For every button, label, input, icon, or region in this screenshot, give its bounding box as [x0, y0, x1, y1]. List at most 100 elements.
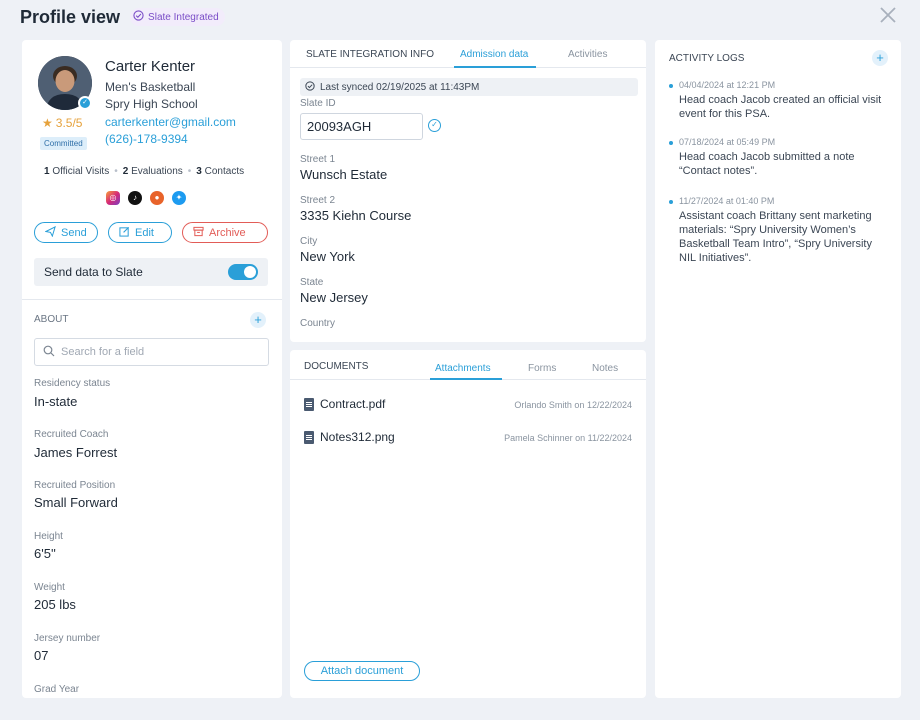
slate-id-label: Slate ID — [300, 98, 336, 109]
field-label: City — [300, 236, 318, 247]
sync-check-icon — [305, 80, 315, 94]
verified-icon: ✓ — [78, 96, 92, 110]
rating-value: 3.5/5 — [55, 116, 83, 130]
search-icon — [43, 345, 55, 360]
tiktok-icon[interactable]: ♪ — [128, 191, 142, 205]
profile-panel: ✓ Carter Kenter Men's Basketball Spry Hi… — [22, 40, 282, 698]
tab-admission-data[interactable]: Admission data — [460, 49, 528, 60]
slate-info-heading: SLATE INTEGRATION INFO — [306, 49, 434, 60]
activity-logs-heading: ACTIVITY LOGS — [669, 53, 745, 64]
field-label: Recruited Coach — [34, 429, 109, 440]
log-timestamp: 07/18/2024 at 05:49 PM — [669, 137, 887, 147]
slate-id-input[interactable] — [300, 113, 423, 140]
social-links: ◎ ♪ ● ✦ — [106, 191, 186, 205]
active-tab-indicator — [430, 378, 502, 380]
send-button[interactable]: Send — [34, 222, 98, 243]
activity-log-item: 04/04/2024 at 12:21 PM Head coach Jacob … — [669, 80, 887, 121]
activity-log-item: 07/18/2024 at 05:49 PM Head coach Jacob … — [669, 137, 887, 178]
slate-integrated-badge: Slate Integrated — [130, 8, 225, 26]
document-name: Notes312.png — [320, 430, 395, 444]
file-icon — [304, 430, 314, 444]
field-label: Weight — [34, 582, 65, 593]
file-icon — [304, 397, 314, 411]
field-value: 205 lbs — [34, 597, 76, 612]
field-value: In-state — [34, 394, 78, 409]
about-heading: ABOUT — [34, 314, 69, 325]
log-timestamp: 11/27/2024 at 01:40 PM — [669, 196, 887, 206]
activity-logs-panel: ACTIVITY LOGS + 04/04/2024 at 12:21 PM H… — [655, 40, 901, 698]
archive-label: Archive — [209, 226, 246, 239]
tab-attachments[interactable]: Attachments — [435, 363, 491, 374]
field-value: New York — [300, 249, 355, 264]
profile-actions: Send Edit Archive — [34, 222, 268, 243]
documents-panel: DOCUMENTS Attachments Forms Notes Contra… — [290, 350, 646, 698]
field-value: 6'5'' — [34, 546, 56, 561]
twitter-icon[interactable]: ✦ — [172, 191, 186, 205]
slate-info-panel: SLATE INTEGRATION INFO Admission data Ac… — [290, 40, 646, 342]
page-title: Profile view — [20, 6, 121, 27]
reddit-icon[interactable]: ● — [150, 191, 164, 205]
log-text: Head coach Jacob created an official vis… — [679, 94, 882, 120]
profile-school: Spry High School — [105, 97, 198, 111]
add-field-button[interactable]: + — [250, 312, 266, 328]
attach-document-button[interactable]: Attach document — [304, 661, 420, 681]
field-label: Jersey number — [34, 633, 101, 644]
active-tab-indicator — [454, 66, 536, 68]
profile-stats: 1 Official Visits • 2 Evaluations • 3 Co… — [44, 166, 244, 177]
tab-forms[interactable]: Forms — [528, 363, 556, 374]
stat-official-visits[interactable]: 1 Official Visits — [44, 166, 109, 177]
profile-name: Carter Kenter — [105, 58, 196, 75]
edit-icon — [119, 226, 130, 240]
stat-separator: • — [114, 166, 118, 177]
profile-modal: Profile view Slate Integrated ✓ Carter K… — [0, 0, 920, 720]
add-activity-button[interactable]: + — [872, 50, 888, 66]
status-badge: Committed — [40, 137, 87, 150]
field-label: Recruited Position — [34, 480, 116, 491]
log-text: Head coach Jacob submitted a note “Conta… — [679, 151, 855, 177]
profile-email-link[interactable]: carterkenter@gmail.com — [105, 115, 236, 129]
tab-activities[interactable]: Activities — [568, 49, 607, 60]
field-search — [34, 338, 269, 366]
send-to-slate-row: Send data to Slate — [34, 258, 268, 286]
send-to-slate-toggle[interactable] — [228, 264, 258, 280]
star-icon: ★ — [42, 116, 53, 130]
search-input[interactable] — [61, 346, 251, 358]
log-timestamp: 04/04/2024 at 12:21 PM — [669, 80, 887, 90]
document-row[interactable]: Notes312.png — [304, 430, 395, 444]
field-label: Street 1 — [300, 154, 336, 165]
archive-icon — [193, 226, 204, 240]
field-label: State — [300, 277, 324, 288]
edit-label: Edit — [135, 226, 154, 239]
close-icon[interactable] — [878, 6, 898, 26]
document-row[interactable]: Contract.pdf — [304, 397, 385, 411]
edit-button[interactable]: Edit — [108, 222, 172, 243]
stat-separator: • — [187, 166, 192, 177]
instagram-icon[interactable]: ◎ — [106, 191, 120, 205]
field-value: Small Forward — [34, 495, 118, 510]
field-label: Grad Year — [34, 684, 80, 695]
field-value: 07 — [34, 648, 49, 663]
tab-notes[interactable]: Notes — [592, 363, 618, 374]
verified-check-icon: ✓ — [428, 119, 441, 132]
profile-phone-link[interactable]: (626)-178-9394 — [105, 132, 188, 146]
stat-evaluations[interactable]: 2 Evaluations — [123, 166, 183, 177]
activity-log-item: 11/27/2024 at 01:40 PM Assistant coach B… — [669, 196, 887, 265]
last-synced-text: Last synced 02/19/2025 at 11:43PM — [320, 81, 480, 93]
documents-heading: DOCUMENTS — [304, 361, 369, 372]
slate-tabs: SLATE INTEGRATION INFO Admission data Ac… — [290, 40, 646, 68]
divider — [22, 299, 282, 300]
document-meta: Pamela Schinner on 11/22/2024 — [504, 433, 632, 443]
archive-button[interactable]: Archive — [182, 222, 268, 243]
field-label: Country — [300, 318, 336, 329]
last-synced-bar: Last synced 02/19/2025 at 11:43PM — [300, 78, 638, 96]
field-label: Residency status — [34, 378, 111, 389]
field-value: New Jersey — [300, 290, 368, 305]
stat-contacts[interactable]: 3 Contacts — [196, 166, 244, 177]
check-circle-icon — [133, 10, 144, 24]
field-value: 3335 Kiehn Course — [300, 208, 412, 223]
send-icon — [44, 225, 56, 240]
field-label: Street 2 — [300, 195, 336, 206]
field-value: Wunsch Estate — [300, 167, 388, 182]
send-to-slate-label: Send data to Slate — [44, 265, 143, 279]
rating: ★ 3.5/5 — [42, 116, 82, 130]
